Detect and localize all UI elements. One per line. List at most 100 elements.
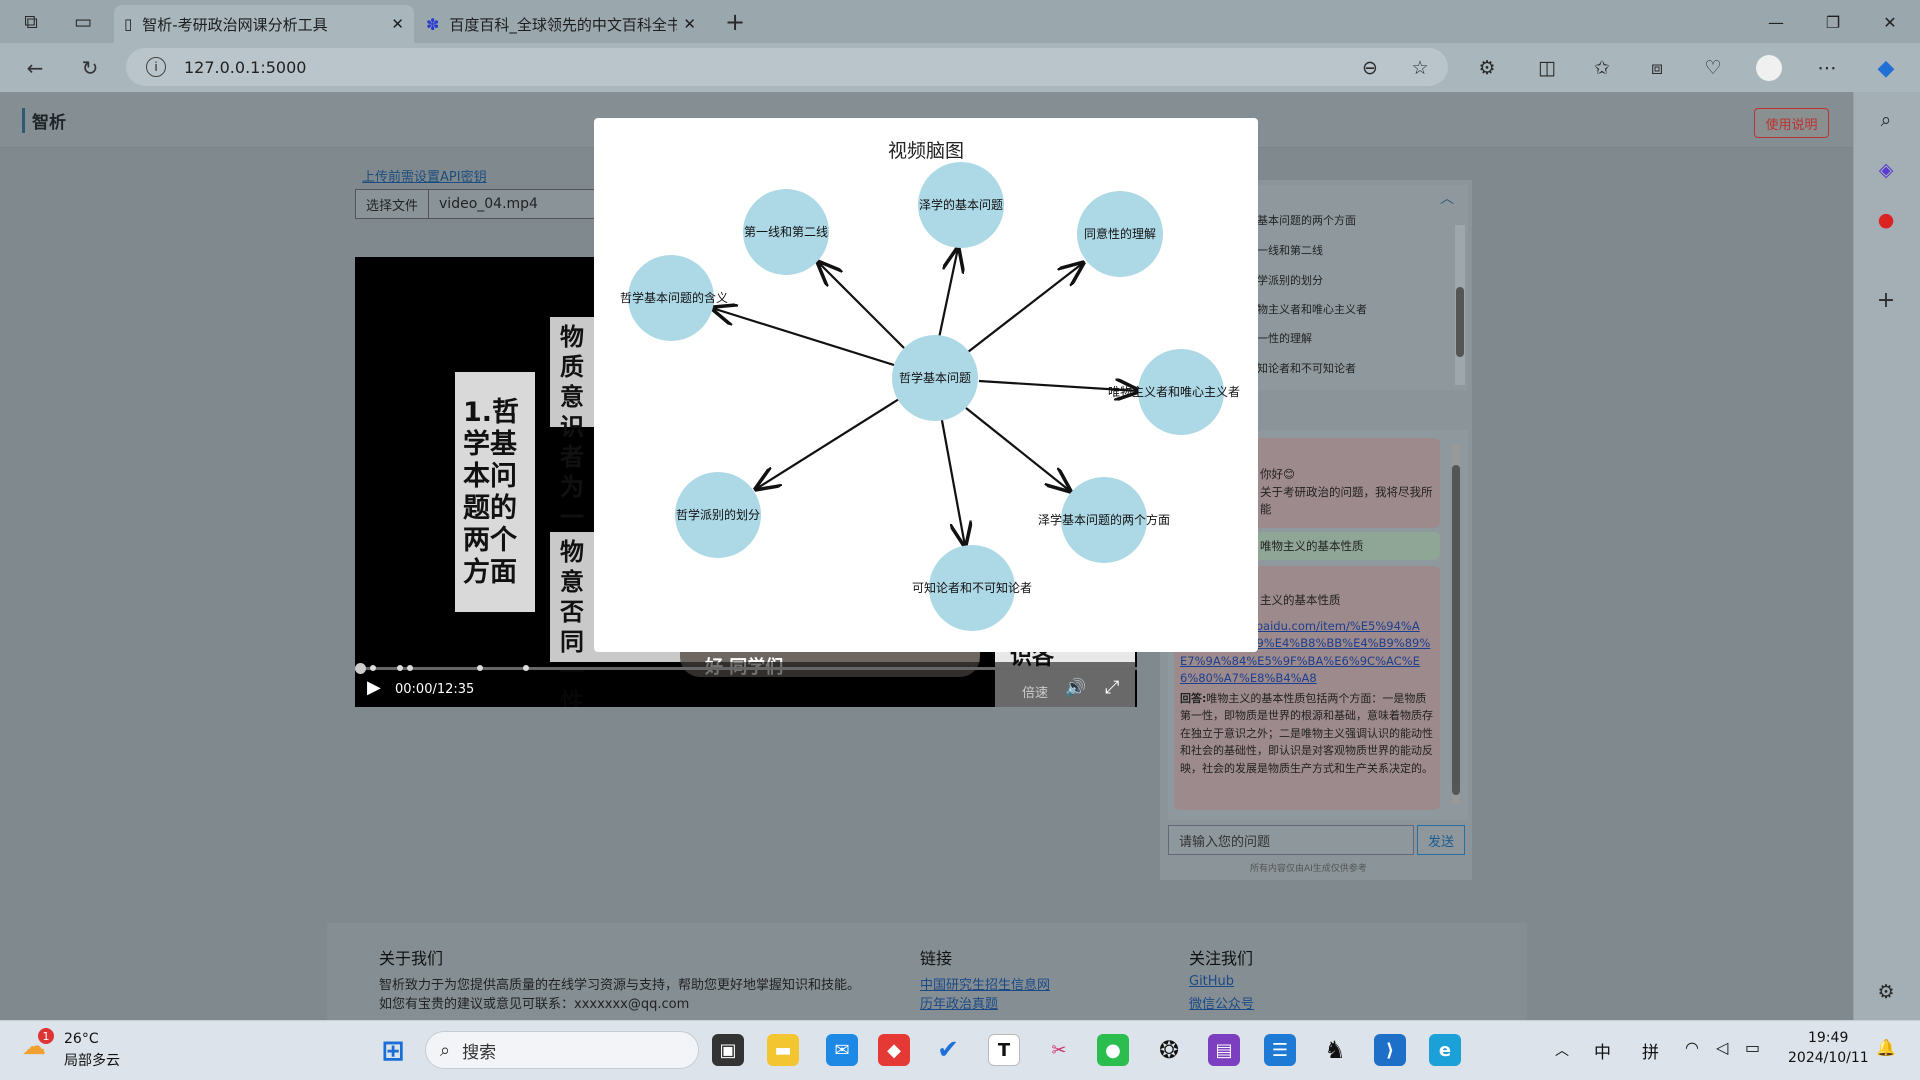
marker-dot (397, 665, 403, 671)
copilot-sidebar-icon[interactable]: ◈ (1871, 155, 1901, 185)
snipping-tool-icon[interactable]: ✂ (1043, 1034, 1075, 1066)
node-label: 可知论者和不可知论者 (912, 581, 1032, 595)
weather-desc[interactable]: 局部多云 (64, 1050, 120, 1070)
outline-item[interactable]: 学派别的划分 (1257, 272, 1323, 288)
video-editor-icon[interactable]: ▤ (1208, 1034, 1240, 1066)
tab-title: 智析-考研政治网课分析工具 (142, 15, 328, 34)
ime-mode[interactable]: 中 (1594, 1038, 1611, 1063)
send-button[interactable]: 发送 (1417, 825, 1465, 855)
footer-link-yz[interactable]: 中国研究生招生信息网 (920, 974, 1050, 993)
speed-button[interactable]: 倍速 (1022, 682, 1048, 701)
url-bar[interactable]: i 127.0.0.1:5000 (126, 48, 1448, 86)
mindmap-svg: 视频脑图 哲学基本问题 泽学的基本问题 第一线和第二线 哲学基本问题的含义 同意… (620, 140, 1240, 631)
progress-thumb[interactable] (355, 663, 366, 674)
play-icon[interactable]: ▶ (367, 677, 381, 698)
qq-icon[interactable]: ♞ (1319, 1034, 1351, 1066)
battery-icon[interactable]: ▭ (1745, 1038, 1760, 1057)
marker-dot (407, 665, 413, 671)
notification-bell-icon[interactable]: 🔔 (1876, 1038, 1896, 1057)
tray-overflow-icon[interactable]: ︿ (1555, 1040, 1569, 1060)
url-text: 127.0.0.1:5000 (184, 57, 307, 77)
marker-dot (370, 665, 376, 671)
outline-scroll-thumb[interactable] (1456, 287, 1464, 357)
file-picker[interactable]: 选择文件 video_04.mp4 (355, 189, 595, 219)
api-key-link[interactable]: 上传前需设置API密钥 (362, 166, 487, 185)
edge (965, 407, 1070, 491)
node-label: 泽学的基本问题 (919, 197, 1003, 212)
close-window-button[interactable]: ✕ (1870, 8, 1910, 36)
restore-button[interactable]: ❐ (1813, 8, 1853, 36)
new-tab-button[interactable]: + (720, 7, 750, 37)
notepad-icon[interactable]: ☰ (1264, 1034, 1296, 1066)
outline-item[interactable]: 一性的理解 (1257, 330, 1312, 346)
wechat-icon[interactable]: ● (1097, 1034, 1129, 1066)
close-tab-icon[interactable]: ✕ (391, 15, 404, 33)
footer-link-wechat[interactable]: 微信公众号 (1189, 993, 1254, 1012)
question-input[interactable]: 请输入您的问题 (1168, 825, 1414, 855)
about-text-2: 如您有宝贵的建议或意见可联系：xxxxxxx@qq.com (379, 997, 690, 1012)
app-icon-blue[interactable]: ✉ (826, 1034, 858, 1066)
add-icon[interactable]: + (1871, 285, 1901, 315)
file-explorer-icon[interactable]: ▬ (767, 1034, 799, 1066)
settings-gear-icon[interactable]: ⚙ (1871, 977, 1901, 1007)
page-icon: ▯ (124, 15, 133, 33)
more-icon[interactable]: ⋯ (1812, 53, 1842, 83)
baidu-paw-icon: ✽ (426, 14, 440, 34)
weather-badge: 1 (38, 1028, 54, 1044)
site-info-icon[interactable]: i (146, 57, 166, 77)
chat-scroll-thumb[interactable] (1452, 465, 1460, 795)
tab-baike[interactable]: ✽ 百度百科_全球领先的中文百科全书 ✕ (416, 5, 706, 43)
favorites-icon[interactable]: ✩ (1587, 53, 1617, 83)
chatgpt-icon[interactable]: ❂ (1153, 1034, 1185, 1066)
weather-temp[interactable]: 26°C (64, 1031, 99, 1047)
drop-icon[interactable]: ● (1871, 205, 1901, 235)
outline-item[interactable]: 物主义者和唯心主义者 (1257, 301, 1367, 317)
favorite-star-icon[interactable]: ☆ (1405, 53, 1435, 83)
follow-title: 关注我们 (1189, 949, 1254, 968)
todo-icon[interactable]: ✔ (932, 1034, 964, 1066)
clock-date[interactable]: 2024/10/11 (1788, 1050, 1869, 1066)
typora-icon[interactable]: T (988, 1034, 1020, 1066)
task-view-icon[interactable]: ▣ (712, 1034, 744, 1066)
copilot-icon[interactable]: ◆ (1871, 53, 1901, 83)
minimize-button[interactable]: — (1756, 8, 1796, 36)
split-screen-icon[interactable]: ◫ (1532, 53, 1562, 83)
volume-icon[interactable]: ◁ (1716, 1038, 1728, 1057)
volume-icon[interactable]: 🔊 (1065, 678, 1086, 698)
refresh-icon[interactable]: ↻ (75, 53, 105, 83)
help-button[interactable]: 使用说明 (1754, 108, 1829, 138)
browser-essentials-icon[interactable]: ♡ (1698, 53, 1728, 83)
progress-track[interactable] (355, 667, 1137, 670)
vscode-icon[interactable]: ⟩ (1374, 1034, 1406, 1066)
search-icon[interactable]: ⌕ (1871, 105, 1901, 135)
footer-link-exams[interactable]: 历年政治真题 (920, 993, 998, 1012)
ime-pinyin[interactable]: 拼 (1642, 1038, 1659, 1063)
outline-item[interactable]: 基本问题的两个方面 (1257, 212, 1356, 228)
fullscreen-icon[interactable]: ⤢ (1105, 677, 1119, 698)
choose-file-button[interactable]: 选择文件 (356, 190, 430, 218)
time-display: 00:00/12:35 (395, 682, 475, 697)
close-tab-icon[interactable]: ✕ (683, 15, 696, 33)
collapse-chevron-icon[interactable]: ︿ (1440, 188, 1454, 208)
disclaimer: 所有内容仅由AI生成仅供参考 (1250, 864, 1367, 874)
tab-zhixi[interactable]: ▯ 智析-考研政治网课分析工具 ✕ (114, 5, 414, 43)
wifi-icon[interactable]: ◠ (1685, 1038, 1699, 1057)
marker-dot (523, 665, 529, 671)
edge-icon[interactable]: e (1429, 1034, 1461, 1066)
node-label: 唯物主义者和唯心主义者 (1108, 385, 1240, 399)
extensions-icon[interactable]: ⚙ (1472, 53, 1502, 83)
zoom-icon[interactable]: ⊖ (1355, 53, 1385, 83)
clock-time[interactable]: 19:49 (1808, 1030, 1848, 1046)
collections-icon[interactable]: ⧈ (1642, 53, 1672, 83)
start-icon[interactable]: ⊞ (377, 1034, 409, 1067)
taskbar-search[interactable]: ⌕ 搜索 (425, 1031, 699, 1069)
outline-item[interactable]: 知论者和不可知论者 (1257, 360, 1356, 376)
back-icon[interactable]: ← (20, 53, 50, 83)
answer-label: 回答: (1180, 691, 1207, 705)
profile-avatar-icon[interactable] (1754, 53, 1784, 83)
app-icon-red[interactable]: ◆ (878, 1034, 910, 1066)
workspaces-icon[interactable]: ⧉ (16, 7, 46, 37)
outline-item[interactable]: 一线和第二线 (1257, 242, 1323, 258)
footer-link-github[interactable]: GitHub (1189, 974, 1234, 989)
tab-actions-icon[interactable]: ▭ (68, 7, 98, 37)
